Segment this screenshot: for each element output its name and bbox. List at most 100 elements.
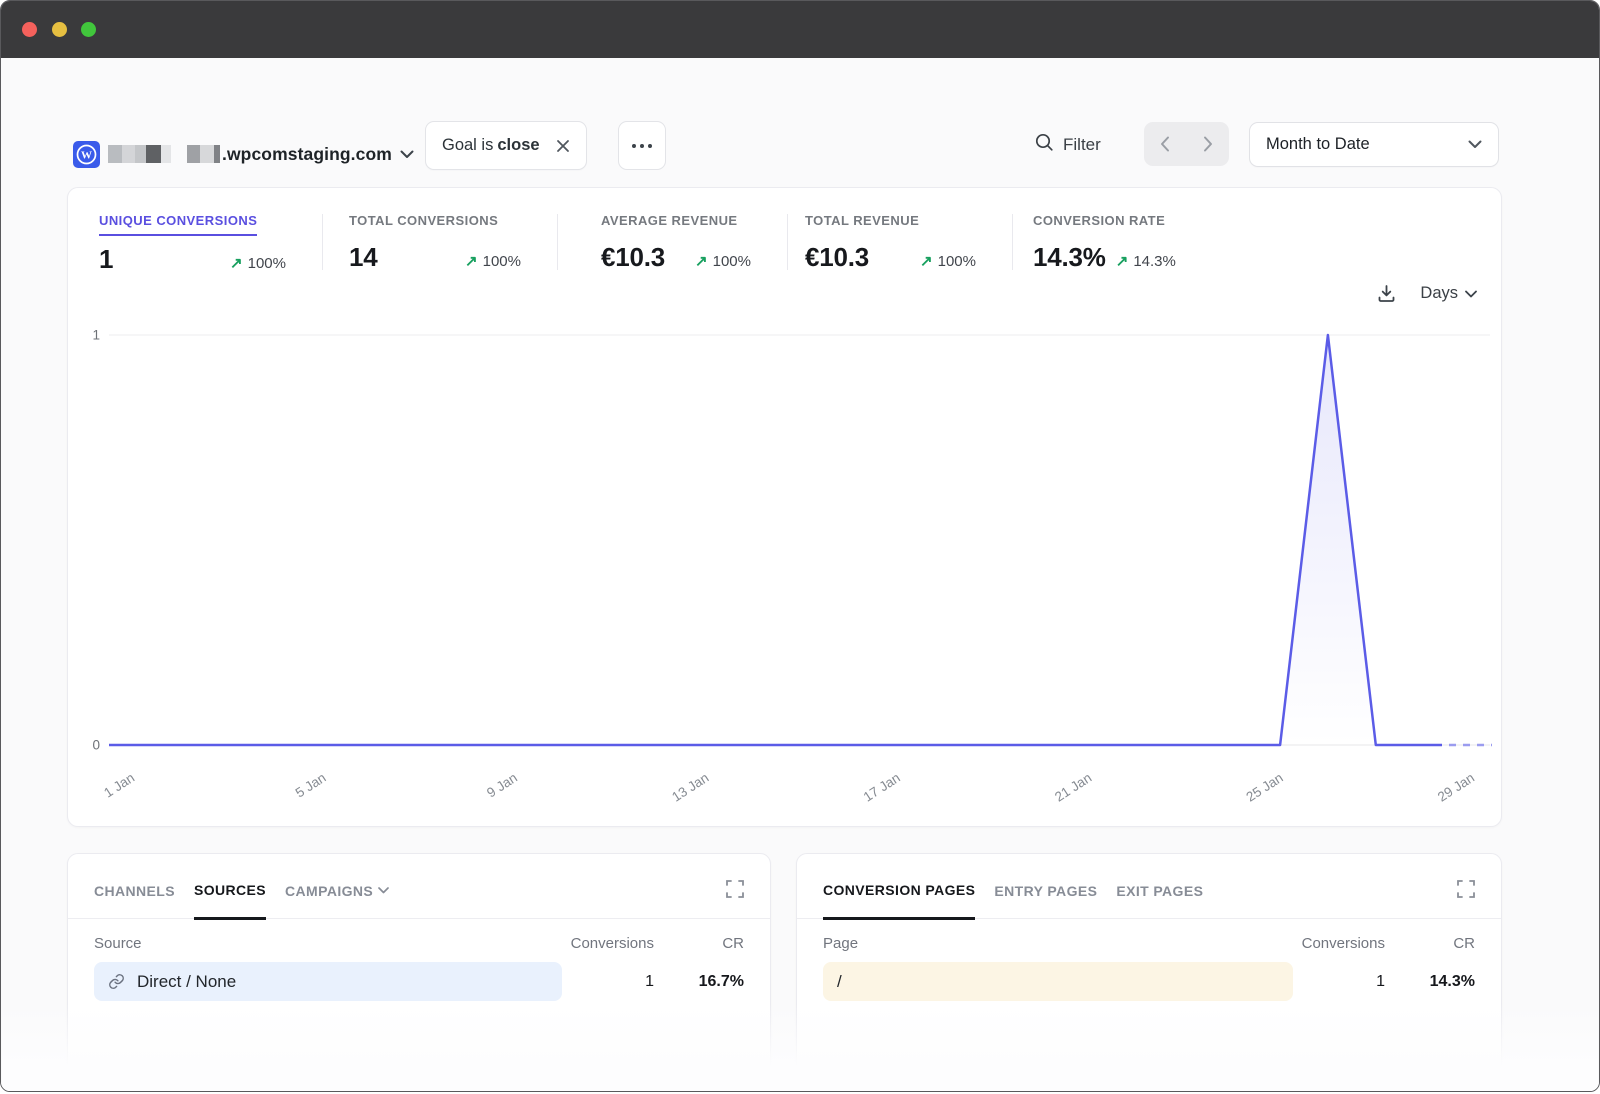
window-titlebar [1,1,1599,58]
redacted-site-name-2 [187,145,220,163]
expand-icon[interactable] [726,880,744,898]
stat-average-revenue[interactable]: AVERAGE REVENUE €10.3 ↗100% [601,212,751,273]
stat-total-conversions[interactable]: TOTAL CONVERSIONS 14 ↗100% [349,212,521,273]
stat-label: CONVERSION RATE [1033,213,1165,234]
cr-value: 16.7% [654,973,744,991]
download-icon[interactable] [1377,284,1396,303]
chevron-down-icon [378,887,389,894]
tab-sources[interactable]: SOURCES [194,882,266,920]
tab-entry-pages[interactable]: ENTRY PAGES [994,882,1097,918]
divider [322,214,323,270]
filter-button[interactable]: Filter [1035,131,1101,159]
svg-text:13 Jan: 13 Jan [669,770,711,805]
trend-up-icon: ↗ [695,252,708,270]
sources-card: CHANNELS SOURCES CAMPAIGNS Source Conver… [67,853,771,1092]
sources-table-header: Source Conversions CR [68,919,770,952]
search-icon [1035,133,1054,157]
stat-value: 14.3% [1033,242,1106,273]
goal-chip-prefix: Goal is [442,136,493,155]
chevron-down-icon [1465,290,1477,298]
stat-conversion-rate[interactable]: CONVERSION RATE 14.3% ↗14.3% [1033,212,1176,273]
expand-icon[interactable] [1457,880,1475,898]
svg-text:21 Jan: 21 Jan [1052,770,1094,805]
date-nav-group [1144,122,1229,166]
svg-text:1 Jan: 1 Jan [101,770,137,801]
trend-badge: ↗100% [465,252,521,270]
zoom-window-button[interactable] [81,22,96,37]
granularity-select[interactable]: Days [1420,284,1477,303]
sources-card-tabs: CHANNELS SOURCES CAMPAIGNS [68,854,770,919]
stat-label: TOTAL CONVERSIONS [349,213,498,234]
svg-text:29 Jan: 29 Jan [1435,770,1477,805]
goal-chip-value: close [497,136,539,155]
goal-filter-chip[interactable]: Goal is close [425,121,587,170]
page-label: / [837,972,842,992]
chevron-down-icon [1468,140,1482,149]
pages-card-tabs: CONVERSION PAGES ENTRY PAGES EXIT PAGES [797,854,1501,919]
site-domain: .wpcomstaging.com [222,144,392,165]
close-icon[interactable] [556,139,570,153]
trend-up-icon: ↗ [920,252,933,270]
chart-controls: Days [1377,284,1477,303]
dashboard-content: W .wpcomstaging.com Goal is clos [1,58,1599,1092]
tab-exit-pages[interactable]: EXIT PAGES [1116,882,1203,918]
stat-label: TOTAL REVENUE [805,213,919,234]
table-row: / 1 14.3% [797,952,1501,1001]
svg-text:1: 1 [92,328,100,343]
trend-badge: ↗100% [230,254,286,272]
more-options-button[interactable] [618,121,666,170]
divider [787,214,788,270]
minimize-window-button[interactable] [52,22,67,37]
next-period-button[interactable] [1187,122,1230,166]
stat-value: €10.3 [805,242,869,273]
wordpress-icon: W [73,141,100,168]
stat-value: €10.3 [601,242,665,273]
date-range-value: Month to Date [1266,135,1370,154]
table-row: Direct / None 1 16.7% [68,952,770,1001]
svg-text:5 Jan: 5 Jan [293,770,329,801]
conversions-value: 1 [1293,973,1385,991]
source-row-direct-none[interactable]: Direct / None [94,962,562,1001]
stat-value: 14 [349,242,378,273]
granularity-value: Days [1420,284,1458,303]
column-source: Source [94,935,562,952]
date-range-select[interactable]: Month to Date [1249,122,1499,167]
svg-text:W: W [81,149,92,161]
cr-value: 14.3% [1385,973,1475,991]
trend-up-icon: ↗ [465,252,478,270]
conversions-area-chart: 101 Jan5 Jan9 Jan13 Jan17 Jan21 Jan25 Ja… [68,318,1503,818]
tab-conversion-pages[interactable]: CONVERSION PAGES [823,882,975,920]
stat-total-revenue[interactable]: TOTAL REVENUE €10.3 ↗100% [805,212,976,273]
stat-label: AVERAGE REVENUE [601,213,738,234]
conversions-value: 1 [562,973,654,991]
tab-channels[interactable]: CHANNELS [94,882,175,918]
column-cr: CR [654,935,744,952]
app-window: W .wpcomstaging.com Goal is clos [0,0,1600,1092]
stat-value: 1 [99,244,113,275]
ellipsis-icon [632,144,636,148]
trend-up-icon: ↗ [1116,252,1129,270]
tab-campaigns[interactable]: CAMPAIGNS [285,882,389,918]
stat-label: UNIQUE CONVERSIONS [99,213,257,236]
conversions-overview-card: UNIQUE CONVERSIONS 1 ↗100% TOTAL CONVERS… [67,187,1502,827]
trend-badge: ↗100% [920,252,976,270]
link-icon [108,973,125,990]
svg-text:0: 0 [92,738,100,753]
page-row-root[interactable]: / [823,962,1293,1001]
pages-table-header: Page Conversions CR [797,919,1501,952]
divider [1012,214,1013,270]
column-conversions: Conversions [1293,935,1385,952]
trend-badge: ↗14.3% [1116,252,1176,270]
previous-period-button[interactable] [1144,122,1187,166]
close-window-button[interactable] [22,22,37,37]
svg-text:17 Jan: 17 Jan [861,770,903,805]
source-label: Direct / None [137,972,236,992]
redacted-site-name [108,145,171,163]
trend-up-icon: ↗ [230,254,243,272]
stat-unique-conversions[interactable]: UNIQUE CONVERSIONS 1 ↗100% [99,212,286,275]
column-conversions: Conversions [562,935,654,952]
column-cr: CR [1385,935,1475,952]
svg-text:25 Jan: 25 Jan [1244,770,1286,805]
site-selector[interactable]: W .wpcomstaging.com [73,131,414,177]
pages-card: CONVERSION PAGES ENTRY PAGES EXIT PAGES … [796,853,1502,1092]
